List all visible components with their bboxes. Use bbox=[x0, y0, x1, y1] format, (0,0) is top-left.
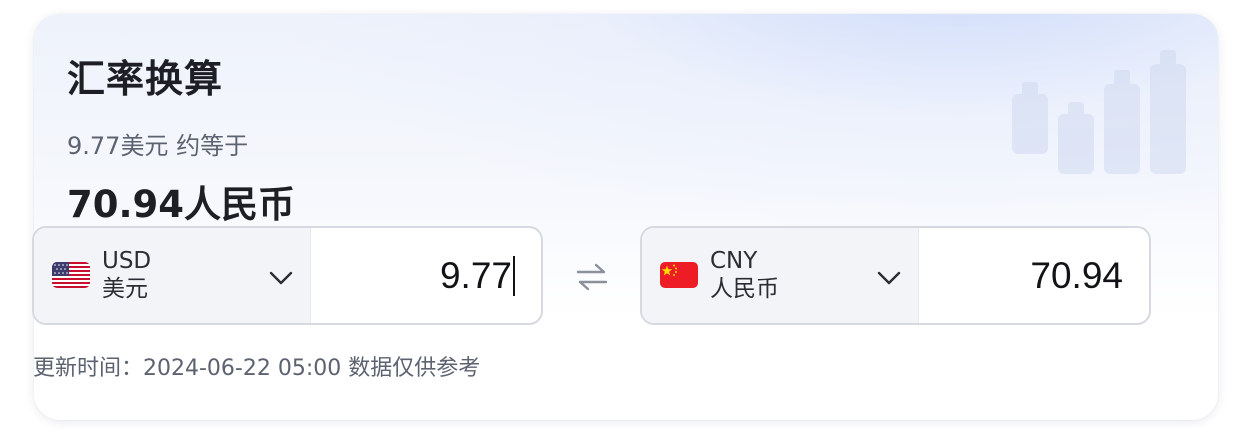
chevron-down-icon bbox=[269, 271, 293, 285]
us-flag-icon bbox=[52, 262, 90, 288]
to-amount-input[interactable]: 70.94 bbox=[919, 228, 1149, 323]
to-currency-name: 人民币 bbox=[710, 276, 779, 302]
conversion-result: 70.94人民币 bbox=[67, 183, 296, 226]
swap-arrows-icon[interactable] bbox=[574, 259, 610, 295]
equivalent-text: 9.77美元 约等于 bbox=[67, 132, 249, 160]
from-currency-code: USD bbox=[102, 248, 152, 274]
from-currency-name: 美元 bbox=[102, 276, 148, 302]
card-title: 汇率换算 bbox=[67, 57, 224, 101]
to-currency-select[interactable]: CNY 人民币 bbox=[642, 228, 919, 323]
from-amount-input[interactable]: 9.77 bbox=[311, 228, 541, 323]
chevron-down-icon bbox=[877, 271, 901, 285]
to-amount-value: 70.94 bbox=[1030, 254, 1123, 296]
cn-flag-icon bbox=[660, 262, 698, 288]
from-currency-select[interactable]: USD 美元 bbox=[34, 228, 311, 323]
update-time-note: 更新时间：2024-06-22 05:00 数据仅供参考 bbox=[33, 356, 481, 381]
text-cursor bbox=[513, 255, 515, 296]
to-currency-code: CNY bbox=[710, 248, 758, 274]
to-currency-box: CNY 人民币 70.94 bbox=[640, 226, 1151, 325]
from-currency-box: USD 美元 9.77 bbox=[32, 226, 543, 325]
from-amount-value: 9.77 bbox=[439, 254, 512, 296]
